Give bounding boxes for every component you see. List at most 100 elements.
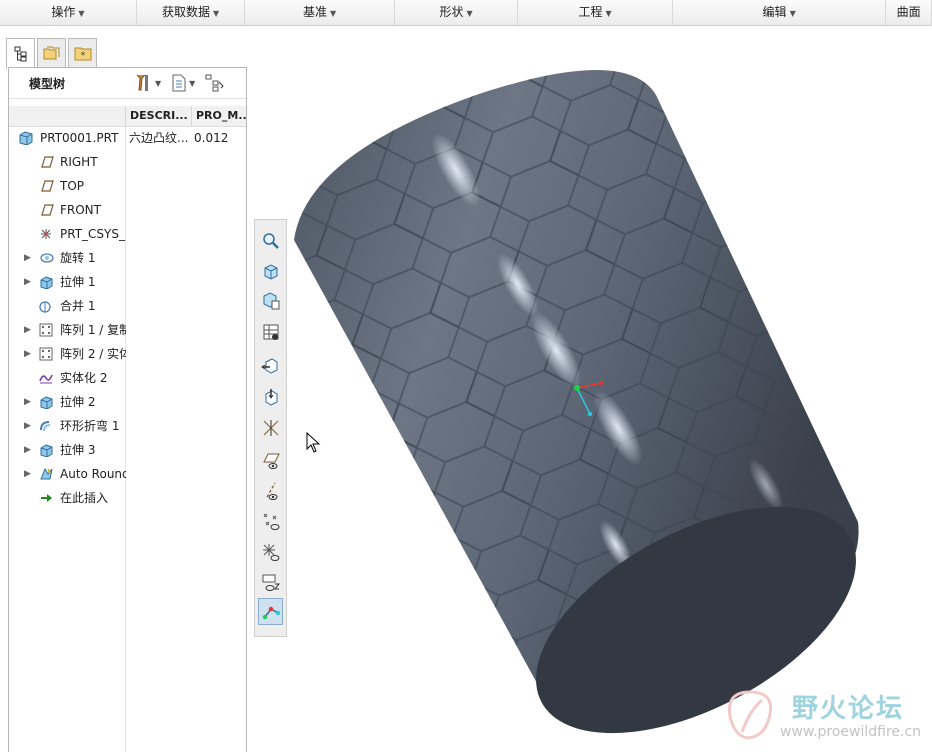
expand-arrow-icon[interactable]: ▶ — [24, 247, 31, 269]
model-tree-tab[interactable] — [6, 38, 35, 69]
svg-text:*: * — [80, 51, 85, 61]
orientation-toggle-icon — [262, 606, 280, 619]
tree-item-label: 合并 1 — [60, 299, 96, 313]
tree-item-row[interactable]: PRT_CSYS_D — [9, 223, 246, 245]
annotation-icon — [263, 419, 278, 436]
view-toolbar-button-13[interactable] — [258, 598, 283, 625]
folder-browser-tab[interactable] — [37, 38, 66, 67]
tree-item-row[interactable]: ▶ 拉伸 1 — [9, 271, 246, 293]
tree-item-label: 在此插入 — [60, 491, 109, 505]
tree-item-label: 实体化 2 — [60, 371, 108, 385]
menu-6[interactable]: 曲面 — [886, 0, 932, 25]
view-toolbar-button-10[interactable] — [258, 507, 283, 534]
tree-item-row[interactable]: TOP — [9, 175, 246, 197]
tree-item-label: 环形折弯 1 — [60, 419, 120, 433]
graphics-viewport[interactable] — [246, 25, 932, 751]
toroidal-bend-icon — [40, 421, 51, 432]
chevron-down-icon: ▼ — [605, 9, 612, 18]
expand-arrow-icon[interactable]: ▶ — [24, 415, 31, 437]
tree-filter-button[interactable] — [205, 74, 225, 92]
favorites-tab[interactable]: * — [68, 38, 97, 67]
tree-item-label: RIGHT — [60, 155, 98, 169]
view-toolbar-button-4[interactable] — [258, 318, 283, 345]
view-toolbar-button-2[interactable] — [258, 257, 283, 284]
view-toolbar-button-3[interactable] — [258, 287, 283, 314]
menu-label: 获取数据 — [161, 5, 210, 19]
favorites-tab-icon: * — [74, 47, 91, 61]
chevron-down-icon: ▼ — [789, 9, 796, 18]
tree-column-description[interactable]: DESCRI... — [125, 106, 191, 126]
model-tree-tab-icon — [14, 46, 26, 62]
solidify-icon — [39, 374, 53, 384]
show-menu-button[interactable]: ▼ — [171, 74, 195, 92]
tree-item-label: 拉伸 1 — [60, 275, 96, 289]
menu-0[interactable]: 操作 ▼ — [0, 0, 137, 25]
view-toolbar — [254, 219, 287, 637]
auto-round-icon — [40, 467, 53, 480]
chevron-down-icon: ▼ — [330, 9, 337, 18]
expand-arrow-icon[interactable]: ▶ — [24, 439, 31, 461]
tree-item-label: 旋转 1 — [60, 251, 96, 265]
view-toolbar-button-5[interactable] — [258, 351, 283, 378]
tree-item-label: 拉伸 3 — [60, 443, 96, 457]
menu-label: 形状 — [439, 5, 464, 19]
view-toolbar-button-7[interactable] — [258, 414, 283, 441]
spin-center-icon — [265, 388, 277, 406]
watermark-title: 野火论坛 — [792, 694, 905, 724]
extrude-icon — [40, 444, 53, 457]
tree-item-row[interactable]: 合并 1 — [9, 295, 246, 317]
merge-icon — [39, 301, 51, 313]
tree-item-row[interactable]: RIGHT — [9, 151, 246, 173]
view-toolbar-button-9[interactable] — [258, 477, 283, 504]
datum-plane-icon — [41, 204, 54, 216]
view-toolbar-button-11[interactable] — [258, 538, 283, 565]
reorient-icon — [260, 357, 277, 374]
menu-label: 编辑 — [762, 5, 787, 19]
expand-arrow-icon[interactable]: ▶ — [24, 463, 31, 485]
revolve-icon — [40, 253, 54, 263]
view-toolbar-button-12[interactable] — [258, 568, 283, 595]
tree-item-label: PRT_CSYS_D — [60, 227, 126, 241]
view-toolbar-button-8[interactable] — [258, 446, 283, 473]
menu-label: 工程 — [578, 5, 603, 19]
settings-menu-button[interactable]: ▼ — [133, 73, 161, 93]
tree-filter-icon — [205, 74, 225, 92]
watermark-url: www.proewildfire.cn — [780, 724, 922, 740]
tree-item-row[interactable]: ▶ 旋转 1 — [9, 247, 246, 269]
tree-item-label: 阵列 2 / 实体 — [60, 347, 126, 361]
tools-icon — [136, 74, 148, 91]
chevron-down-icon: ▼ — [466, 9, 473, 18]
tree-root-description: 六边凸纹... — [129, 131, 189, 145]
tree-root-row[interactable]: PRT0001.PRT 六边凸纹... 0.012 — [9, 127, 246, 149]
ribbon-menu-bar: 操作 ▼ 获取数据 ▼ 基准 ▼ 形状 ▼ 工程 ▼ 编辑 ▼ 曲面 — [0, 0, 932, 26]
tree-item-row[interactable]: ▶ 环形折弯 1 — [9, 415, 246, 437]
menu-label: 基准 — [303, 5, 328, 19]
menu-2[interactable]: 基准 ▼ — [245, 0, 396, 25]
view-toolbar-button-6[interactable] — [258, 383, 283, 410]
expand-arrow-icon[interactable]: ▶ — [24, 391, 31, 413]
tree-item-label: FRONT — [60, 203, 101, 217]
expand-arrow-icon[interactable]: ▶ — [24, 271, 31, 293]
tree-item-row[interactable]: ▶ 拉伸 2 — [9, 391, 246, 413]
pattern-icon — [39, 347, 53, 361]
plane-display-icon — [262, 453, 280, 469]
tree-column-name[interactable] — [9, 106, 125, 126]
menu-1[interactable]: 获取数据 ▼ — [137, 0, 246, 25]
expand-arrow-icon[interactable]: ▶ — [24, 319, 31, 341]
model-tree-panel: 模型树 ▼ ▼ DESCRI... PRO_M... PRT0001.PRT 六… — [8, 67, 247, 752]
view-toolbar-button-1[interactable] — [258, 227, 283, 254]
tree-item-row[interactable]: 实体化 2 — [9, 367, 246, 389]
tree-item-label: Auto Round — [60, 467, 126, 481]
menu-4[interactable]: 工程 ▼ — [518, 0, 673, 25]
menu-3[interactable]: 形状 ▼ — [395, 0, 519, 25]
tree-item-row[interactable]: 在此插入 — [9, 487, 246, 509]
menu-label: 曲面 — [896, 5, 921, 19]
tree-item-row[interactable]: ▶ 阵列 2 / 实体 — [9, 343, 246, 365]
tree-item-row[interactable]: FRONT — [9, 199, 246, 221]
tree-item-row[interactable]: ▶ Auto Round — [9, 463, 246, 485]
menu-5[interactable]: 编辑 ▼ — [673, 0, 887, 25]
expand-arrow-icon[interactable]: ▶ — [24, 343, 31, 365]
tree-column-pro-m[interactable]: PRO_M... — [191, 106, 246, 126]
tree-item-row[interactable]: ▶ 拉伸 3 — [9, 439, 246, 461]
tree-item-row[interactable]: ▶ 阵列 1 / 复制 — [9, 319, 246, 341]
